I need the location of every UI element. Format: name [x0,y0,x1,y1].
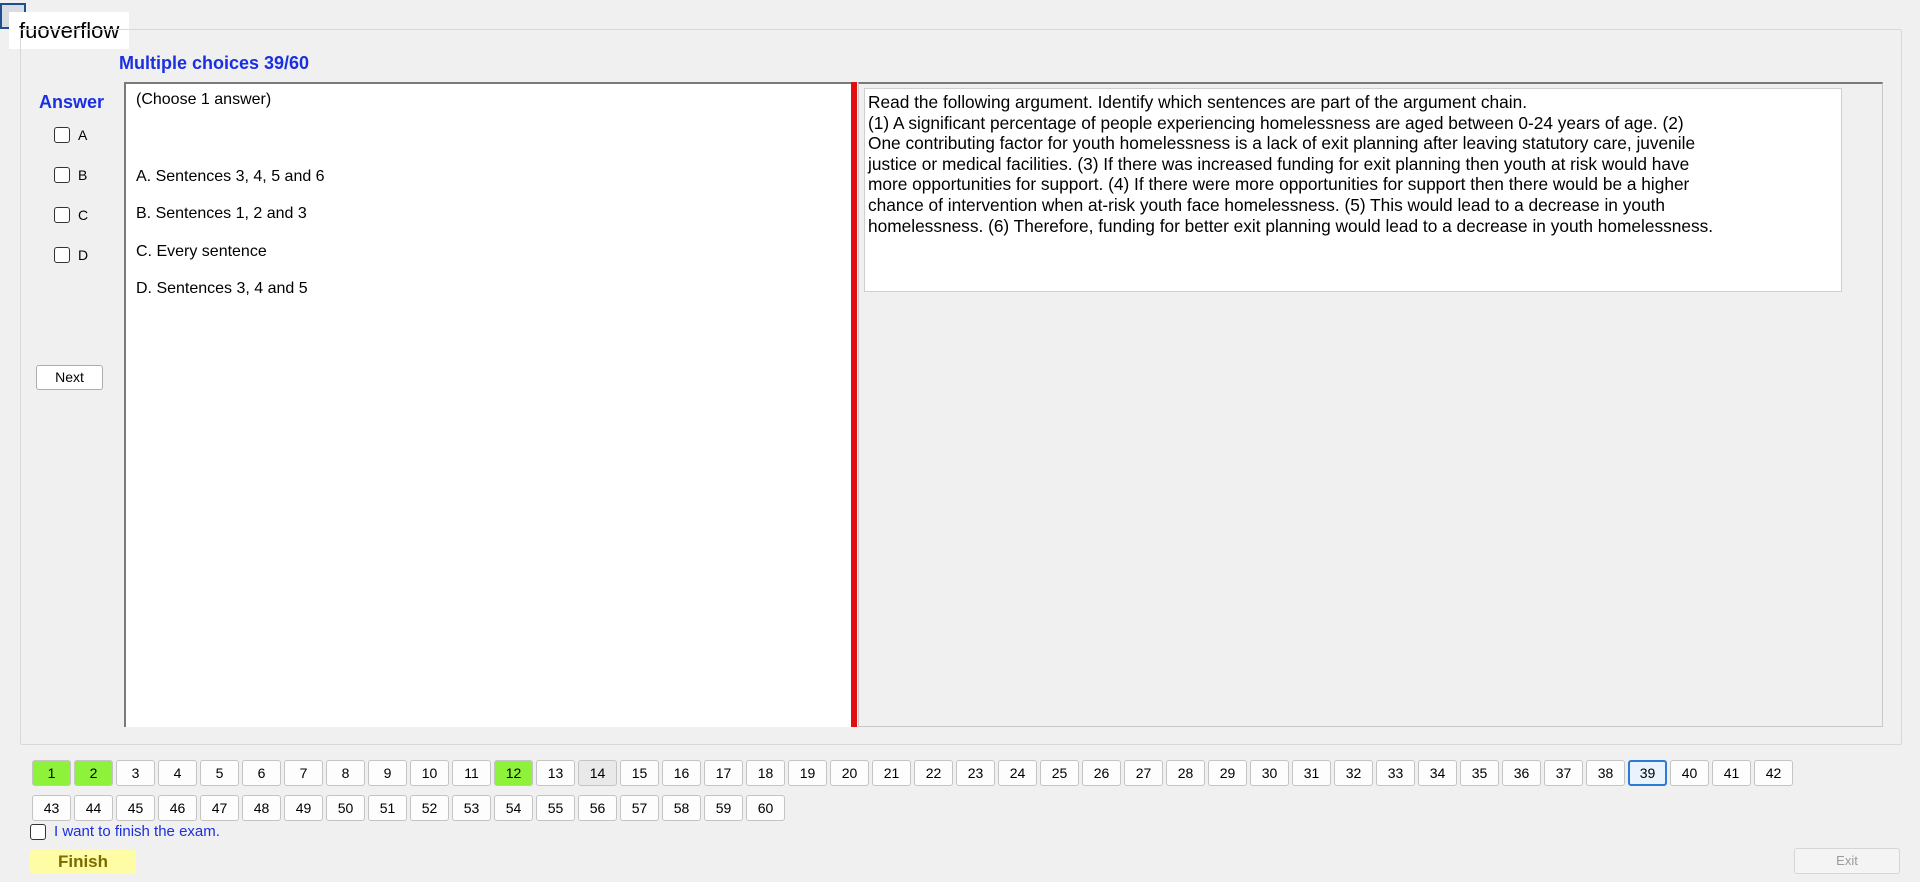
finish-confirm-label: I want to finish the exam. [54,823,220,840]
question-nav-17[interactable]: 17 [704,760,743,786]
question-nav-10[interactable]: 10 [410,760,449,786]
question-line: One contributing factor for youth homele… [868,133,1696,154]
question-nav-44[interactable]: 44 [74,795,113,821]
question-nav-45[interactable]: 45 [116,795,155,821]
question-nav-18[interactable]: 18 [746,760,785,786]
question-nav-27[interactable]: 27 [1124,760,1163,786]
question-nav-47[interactable]: 47 [200,795,239,821]
question-nav-6[interactable]: 6 [242,760,281,786]
choice-a: A. Sentences 3, 4, 5 and 6 [136,168,325,185]
question-nav-53[interactable]: 53 [452,795,491,821]
checkbox-icon[interactable] [54,207,70,223]
answer-heading: Answer [39,92,105,112]
question-nav-21[interactable]: 21 [872,760,911,786]
exit-button[interactable]: Exit [1794,848,1900,874]
question-nav-57[interactable]: 57 [620,795,659,821]
question-nav-3[interactable]: 3 [116,760,155,786]
choices-panel: (Choose 1 answer) A. Sentences 3, 4, 5 a… [124,82,852,727]
checkbox-icon[interactable] [30,823,46,840]
progress-title: Multiple choices 39/60 [119,53,310,73]
answer-checkbox-b[interactable]: B [54,167,87,183]
question-nav-25[interactable]: 25 [1040,760,1079,786]
question-nav-37[interactable]: 37 [1544,760,1583,786]
question-nav-38[interactable]: 38 [1586,760,1625,786]
choose-hint: (Choose 1 answer) [136,91,272,108]
question-nav-52[interactable]: 52 [410,795,449,821]
question-nav-28[interactable]: 28 [1166,760,1205,786]
question-nav-20[interactable]: 20 [830,760,869,786]
choice-b: B. Sentences 1, 2 and 3 [136,205,307,222]
question-nav-11[interactable]: 11 [452,760,491,786]
question-nav-41[interactable]: 41 [1712,760,1751,786]
pane-splitter[interactable] [851,82,857,727]
question-nav-26[interactable]: 26 [1082,760,1121,786]
question-line: Read the following argument. Identify wh… [868,92,1527,112]
question-nav-2[interactable]: 2 [74,760,113,786]
question-line: (1) A significant percentage of people e… [868,112,1684,133]
choice-d: D. Sentences 3, 4 and 5 [136,280,308,297]
question-nav-46[interactable]: 46 [158,795,197,821]
question-panel: Read the following argument. Identify wh… [858,82,1883,727]
question-line: justice or medical facilities. (3) If th… [868,153,1690,174]
question-nav-15[interactable]: 15 [620,760,659,786]
question-nav-50[interactable]: 50 [326,795,365,821]
question-nav-22[interactable]: 22 [914,760,953,786]
question-nav-48[interactable]: 48 [242,795,281,821]
question-nav-12[interactable]: 12 [494,760,533,786]
checkbox-icon[interactable] [54,167,70,183]
answer-checkbox-d[interactable]: D [54,247,88,263]
question-nav-36[interactable]: 36 [1502,760,1541,786]
question-nav-8[interactable]: 8 [326,760,365,786]
question-nav-row-2: 43 44 45 46 47 48 49 50 51 52 53 54 55 56 57 58 59 60 [32,795,785,821]
question-nav-54[interactable]: 54 [494,795,533,821]
question-nav-60[interactable]: 60 [746,795,785,821]
question-nav-1[interactable]: 1 [32,760,71,786]
question-nav-30[interactable]: 30 [1250,760,1289,786]
answer-option-label: D [78,247,89,263]
answer-checkbox-c[interactable]: C [54,207,88,223]
question-nav-59[interactable]: 59 [704,795,743,821]
checkbox-icon[interactable] [54,247,70,263]
question-nav-9[interactable]: 9 [368,760,407,786]
question-nav-32[interactable]: 32 [1334,760,1373,786]
question-line: chance of intervention when at-risk yout… [868,194,1665,215]
question-nav-33[interactable]: 33 [1376,760,1415,786]
answer-option-label: C [78,207,89,223]
next-button[interactable]: Next [36,365,103,390]
question-nav-40[interactable]: 40 [1670,760,1709,786]
question-nav-5[interactable]: 5 [200,760,239,786]
finish-confirm-checkbox[interactable]: I want to finish the exam. [30,823,220,840]
question-line: more opportunities for support. (4) If t… [868,174,1690,195]
question-nav-55[interactable]: 55 [536,795,575,821]
question-nav-31[interactable]: 31 [1292,760,1331,786]
question-nav-51[interactable]: 51 [368,795,407,821]
finish-button[interactable]: Finish [30,850,136,874]
question-nav-14[interactable]: 14 [578,760,617,786]
question-nav-row-1: 1 2 3 4 5 6 7 8 9 10 11 12 13 14 15 16 17 18 19 20 21 22 23 24 2… [32,760,1793,786]
question-nav-34[interactable]: 34 [1418,760,1457,786]
question-nav-29[interactable]: 29 [1208,760,1247,786]
question-text: Read the following argument. Identify wh… [864,88,1842,292]
question-nav-7[interactable]: 7 [284,760,323,786]
answer-option-label: B [78,167,88,183]
question-nav-35[interactable]: 35 [1460,760,1499,786]
question-nav-49[interactable]: 49 [284,795,323,821]
checkbox-icon[interactable] [54,127,70,143]
answer-checkbox-a[interactable]: A [54,127,87,143]
question-nav-58[interactable]: 58 [662,795,701,821]
question-nav-24[interactable]: 24 [998,760,1037,786]
choice-c: C. Every sentence [136,243,267,260]
question-nav-16[interactable]: 16 [662,760,701,786]
question-line: homelessness. (6) Therefore, funding for… [868,215,1714,236]
question-nav-56[interactable]: 56 [578,795,617,821]
question-nav-23[interactable]: 23 [956,760,995,786]
question-nav-43[interactable]: 43 [32,795,71,821]
question-nav-42[interactable]: 42 [1754,760,1793,786]
question-nav-19[interactable]: 19 [788,760,827,786]
question-nav-39[interactable]: 39 [1628,760,1667,786]
question-nav-13[interactable]: 13 [536,760,575,786]
answer-option-label: A [78,127,88,143]
question-nav-4[interactable]: 4 [158,760,197,786]
